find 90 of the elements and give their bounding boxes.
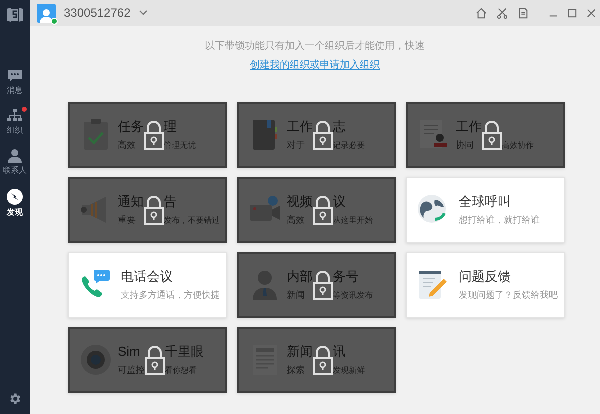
settings-icon[interactable] [8, 392, 22, 406]
feature-card[interactable]: 电话会议 支持多方通话，方便快捷 [68, 252, 227, 318]
card-description: 高效协作 [502, 140, 534, 151]
user-silhouette-icon [40, 8, 53, 22]
lock-icon [313, 195, 333, 225]
maximize-icon[interactable] [568, 8, 577, 18]
lock-icon [145, 345, 165, 375]
sidebar-label: 联系人 [3, 166, 27, 175]
card-description: 对于 [287, 140, 305, 151]
card-title: 视频 [287, 194, 313, 209]
card-title: 千里眼 [165, 344, 204, 359]
scissors-icon[interactable] [497, 8, 508, 18]
avatar[interactable] [37, 4, 56, 22]
notepad-pencil-icon [418, 269, 448, 301]
card-description: 高效 [287, 215, 305, 226]
sidebar-item[interactable]: 消息 [0, 69, 30, 95]
card-title: 理 [164, 119, 177, 134]
lock-icon [144, 195, 164, 225]
card-title: 讯 [333, 344, 346, 359]
home-icon[interactable] [476, 8, 487, 18]
card-description: 想打给谁，就打给谁 [459, 215, 540, 226]
card-description: 高效 [118, 140, 136, 151]
card-title: 告 [164, 194, 177, 209]
card-title: 全球呼叫 [459, 194, 512, 209]
sidebar-label: 消息 [7, 86, 23, 95]
clipboard-check-icon [83, 119, 109, 151]
card-title: 工作 [287, 119, 313, 134]
card-description: 支持多方通话，方便快捷 [121, 290, 220, 301]
app-logo-icon[interactable] [6, 7, 24, 23]
card-description: 发现问题了？反馈给我吧 [459, 290, 558, 301]
notice-text: 以下带锁功能只有加入一个组织后才能使用，快速 [205, 40, 425, 54]
lock-icon [313, 120, 333, 150]
card-description: 看你想看 [165, 365, 197, 376]
compass-icon [7, 189, 23, 205]
close-icon[interactable] [587, 8, 596, 18]
feature-card[interactable]: 内部 新闻 务号 等资讯发布 [237, 252, 396, 318]
card-title: 务号 [333, 269, 359, 284]
card-description: 等资讯发布 [333, 290, 373, 301]
card-description: 可监控 [118, 365, 145, 376]
sidebar-label: 组织 [7, 126, 23, 135]
card-title: 通知 [118, 194, 144, 209]
org-chart-icon [7, 109, 23, 123]
card-title: 志 [333, 119, 346, 134]
feature-card[interactable]: 任务 高效 理 管理无忧 [68, 102, 227, 168]
feature-card[interactable]: 全球呼叫 想打给谁，就打给谁 [406, 177, 565, 243]
feature-card[interactable]: 工作 协同 高效协作 [406, 102, 565, 168]
edit-note-icon[interactable] [518, 8, 529, 18]
card-title: 任务 [118, 119, 144, 134]
chat-icon [7, 69, 23, 83]
card-title: 工作 [456, 119, 482, 134]
lock-icon [144, 120, 164, 150]
online-check-icon [51, 18, 58, 24]
sidebar-label: 发现 [7, 208, 23, 217]
feature-card[interactable]: 新闻 探索 讯 发现新鲜 [237, 327, 396, 393]
globe-phone-icon [417, 194, 449, 226]
sidebar-item[interactable]: 发现 [0, 189, 30, 217]
lock-icon [313, 270, 333, 300]
card-description: 探索 [287, 365, 305, 376]
account-number: 3300512762 [64, 5, 131, 22]
card-description: 发布，不要错过 [164, 215, 220, 226]
feature-card[interactable]: 通知 重要 告 发布，不要错过 [68, 177, 227, 243]
feature-card[interactable]: 工作 对于 志 记录必要 [237, 102, 396, 168]
card-title: 内部 [287, 269, 313, 284]
person-tie-icon [251, 269, 279, 301]
sidebar-item[interactable]: 联系人 [0, 149, 30, 175]
card-description: 从这里开始 [333, 215, 373, 226]
sidebar-item[interactable]: 组织 [0, 109, 30, 135]
feature-card[interactable]: Sim 可监控 千里眼 看你想看 [68, 327, 227, 393]
document-stamp-icon [419, 119, 449, 151]
person-icon [8, 149, 22, 163]
feature-card[interactable]: 问题反馈 发现问题了？反馈给我吧 [406, 252, 565, 318]
card-title: 电话会议 [121, 269, 174, 284]
feature-card[interactable]: 视频 高效 议 从这里开始 [237, 177, 396, 243]
card-title: 议 [333, 194, 346, 209]
camera-lens-icon [80, 344, 112, 376]
card-description: 重要 [118, 215, 136, 226]
video-camera-icon [249, 196, 281, 224]
card-title: Sim [118, 344, 140, 359]
create-organization-link[interactable]: 创建我的组织或申请加入组织 [250, 58, 380, 73]
notebook-icon [252, 119, 278, 151]
card-description: 发现新鲜 [333, 365, 365, 376]
card-title: 问题反馈 [459, 269, 512, 284]
lock-icon [313, 345, 333, 375]
card-title: 新闻 [287, 344, 313, 359]
card-description: 管理无忧 [164, 140, 196, 151]
card-description: 协同 [456, 140, 474, 151]
lock-icon [482, 120, 502, 150]
card-description: 新闻 [287, 290, 305, 301]
chevron-down-icon[interactable] [138, 10, 148, 16]
card-description: 记录必要 [333, 140, 365, 151]
